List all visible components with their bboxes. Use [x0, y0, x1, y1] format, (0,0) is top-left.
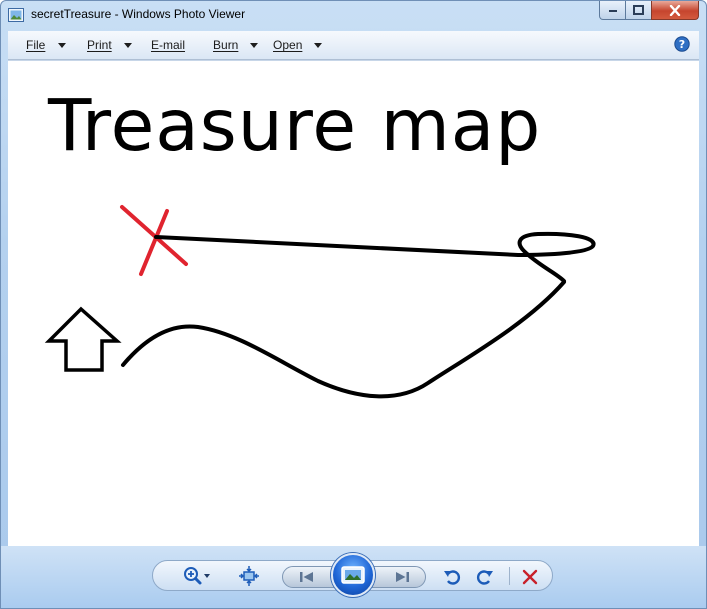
- skip-next-icon: [396, 572, 409, 582]
- menu-print[interactable]: Print: [87, 31, 132, 59]
- rotate-right-icon: [477, 570, 493, 585]
- rotate-clockwise-button[interactable]: [474, 566, 496, 588]
- close-button[interactable]: [651, 1, 699, 20]
- arrow-up-icon: [44, 306, 122, 372]
- rotate-counterclockwise-button[interactable]: [441, 566, 463, 588]
- delete-button[interactable]: [519, 566, 541, 588]
- minimize-icon: [608, 10, 617, 12]
- menu-burn-label: Burn: [213, 38, 239, 52]
- magnifier-plus-icon: [184, 567, 210, 585]
- delete-x-icon: [522, 569, 538, 585]
- menu-open[interactable]: Open: [273, 31, 323, 59]
- path-line: [154, 231, 596, 283]
- slideshow-button[interactable]: [331, 553, 375, 597]
- treasure-map-drawing: [44, 205, 596, 399]
- help-button[interactable]: ?: [674, 36, 690, 52]
- photo-viewer-app-icon[interactable]: [8, 7, 24, 23]
- menu-email-label: E-mail: [151, 38, 186, 52]
- close-icon: [669, 4, 681, 16]
- maximize-icon: [633, 5, 644, 15]
- image-viewport[interactable]: Treasure map: [8, 60, 699, 546]
- menu-burn[interactable]: Burn: [213, 31, 259, 59]
- svg-text:?: ?: [679, 38, 685, 51]
- title-bar[interactable]: secretTreasure - Windows Photo Viewer: [1, 1, 706, 31]
- menu-file[interactable]: File: [26, 31, 67, 59]
- skip-previous-icon: [300, 572, 313, 582]
- maximize-button[interactable]: [625, 1, 652, 20]
- menu-bar: File Print E-mail Burn Open ?: [8, 31, 699, 60]
- menu-open-label: Open: [273, 38, 303, 52]
- photo-viewer-window: secretTreasure - Windows Photo Viewer Fi…: [0, 0, 707, 609]
- minimize-button[interactable]: [599, 1, 626, 20]
- chevron-down-icon: [314, 42, 323, 48]
- previous-button[interactable]: [295, 567, 319, 587]
- slideshow-icon: [341, 566, 365, 584]
- viewer-toolbar: [1, 546, 706, 608]
- zoom-button[interactable]: [179, 564, 215, 588]
- chevron-down-icon: [58, 42, 67, 48]
- chevron-down-icon: [123, 42, 132, 48]
- rotate-left-icon: [444, 570, 460, 585]
- window-title: secretTreasure - Windows Photo Viewer: [31, 7, 246, 21]
- next-button[interactable]: [390, 567, 414, 587]
- x-mark-icon: [120, 205, 188, 276]
- toolbar-separator: [509, 567, 510, 585]
- chevron-down-icon: [250, 42, 259, 48]
- help-icon: ?: [674, 36, 690, 52]
- path-curve: [121, 280, 566, 399]
- menu-email[interactable]: E-mail: [151, 31, 185, 59]
- menu-print-label: Print: [87, 38, 112, 52]
- fit-window-icon: [239, 566, 259, 586]
- actual-size-button[interactable]: [237, 564, 261, 588]
- menu-file-label: File: [26, 38, 46, 52]
